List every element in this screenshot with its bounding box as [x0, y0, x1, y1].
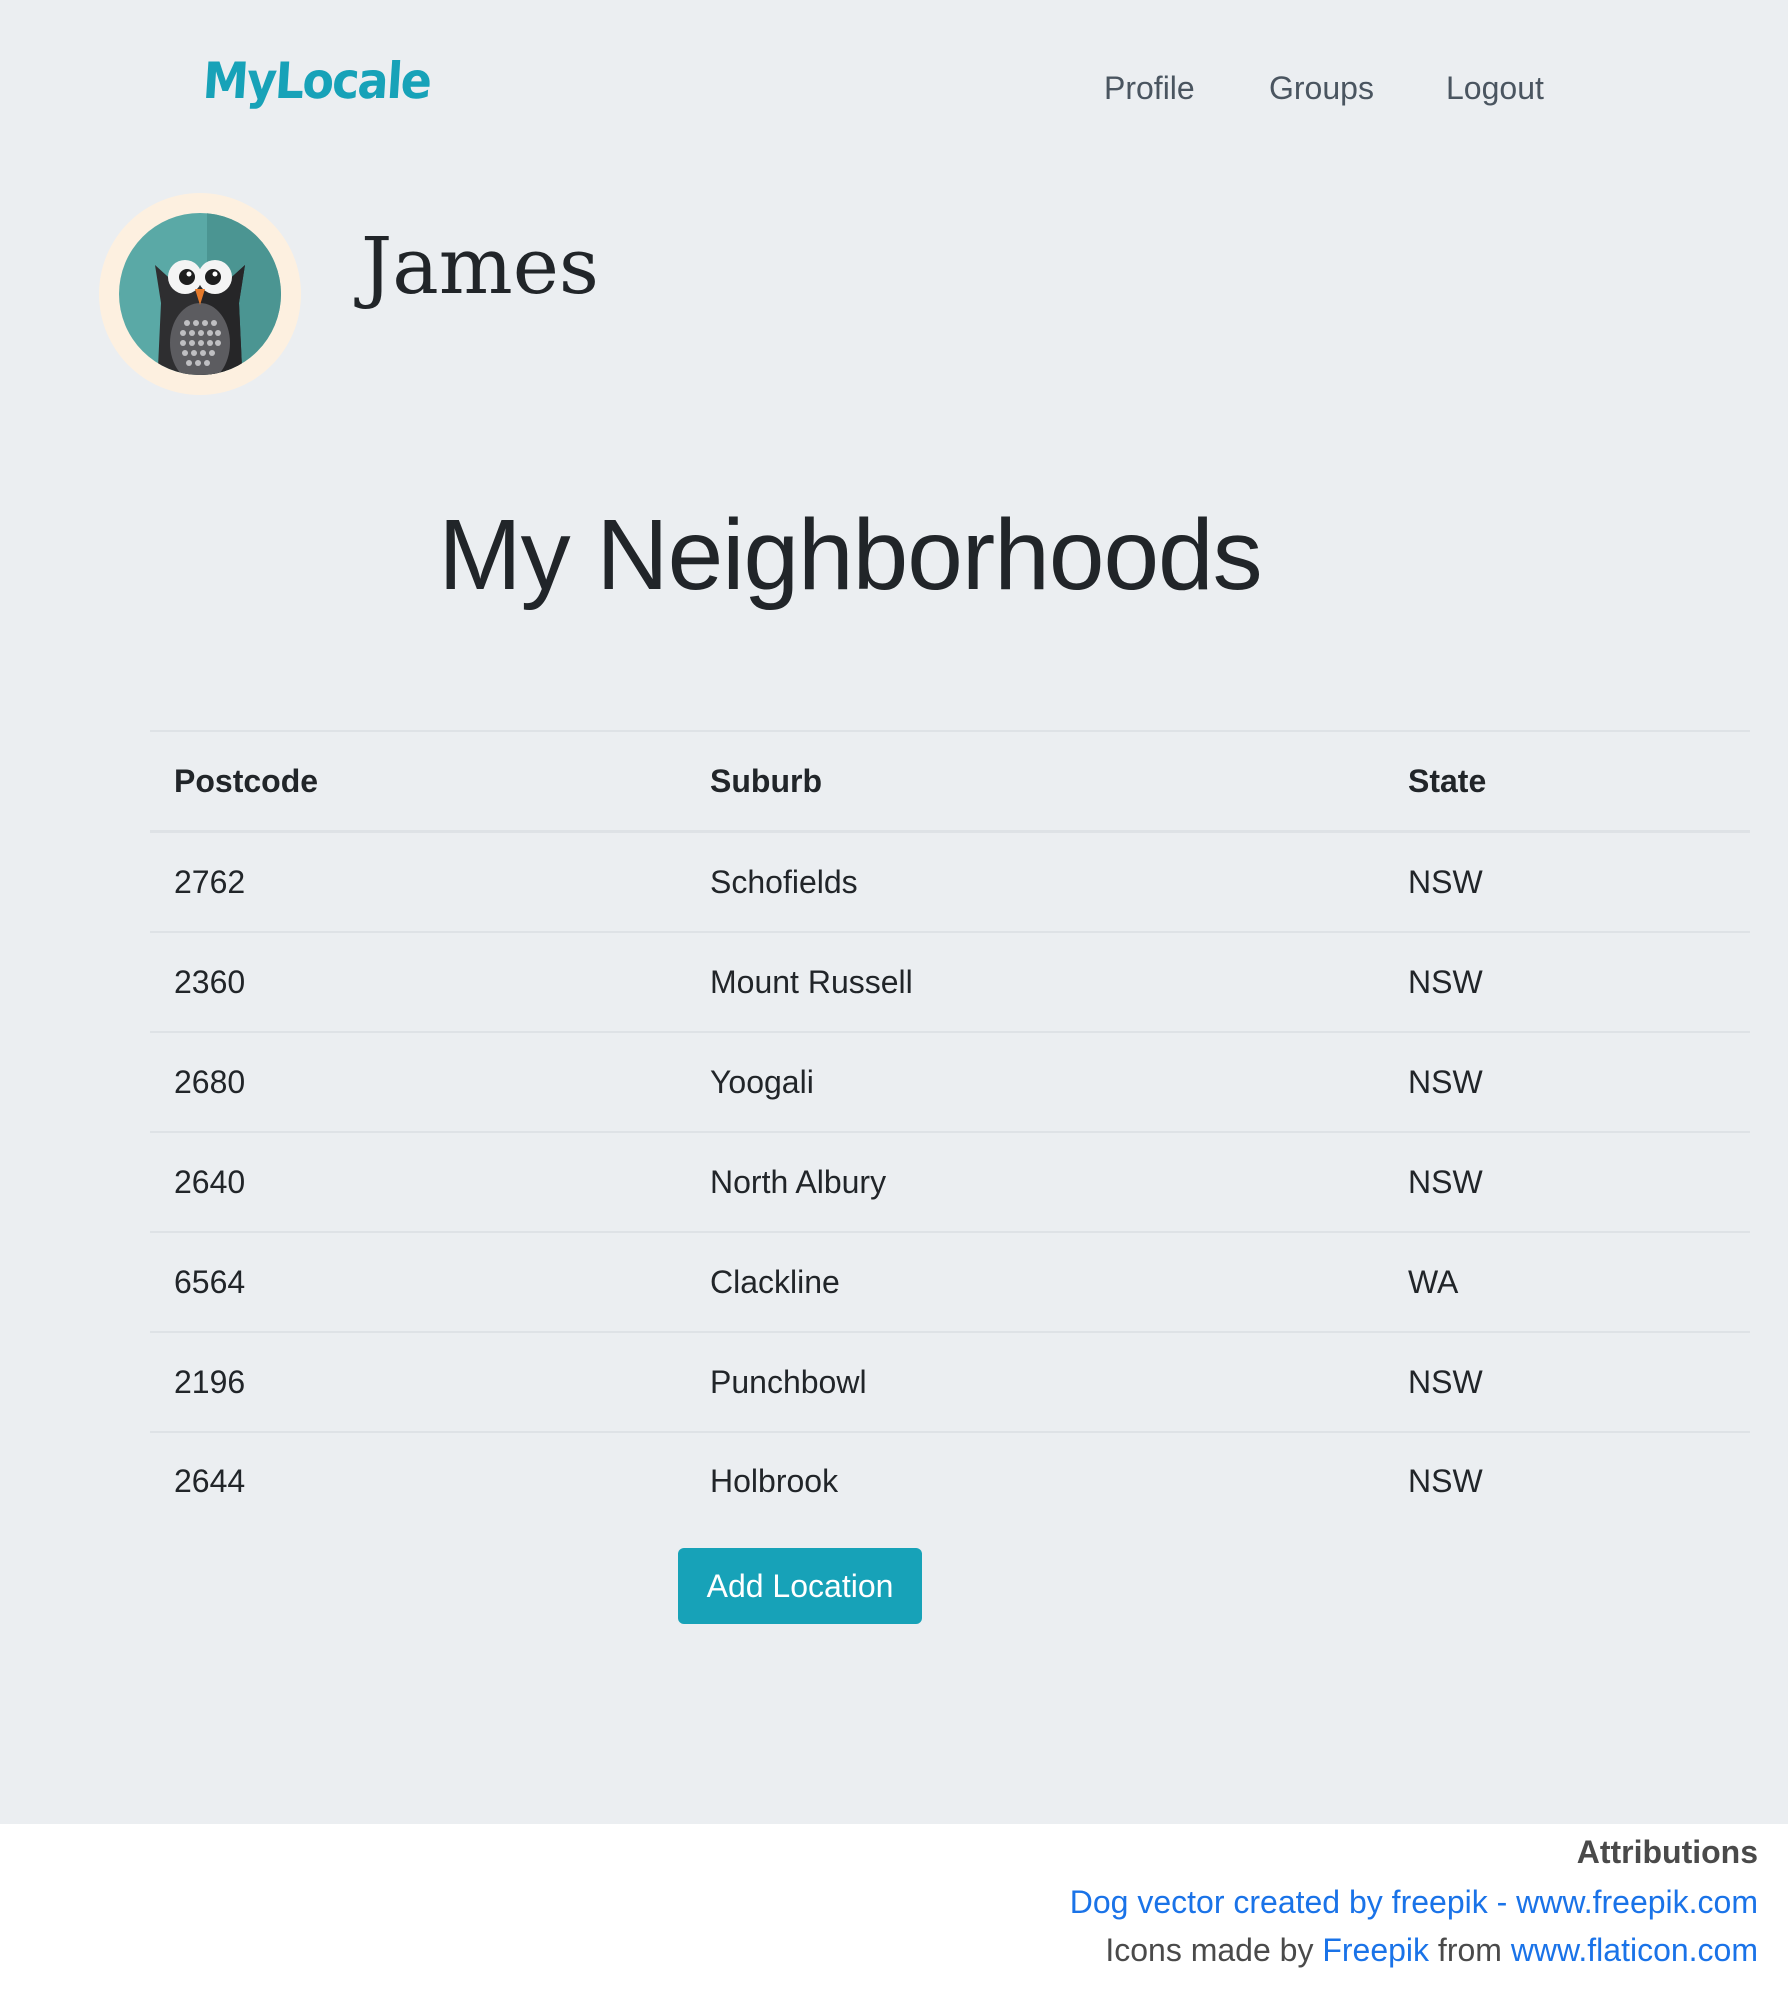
cell-suburb: Schofields: [710, 863, 858, 900]
cell-state: NSW: [1408, 863, 1483, 900]
column-header-suburb: Suburb: [686, 730, 1384, 833]
avatar: [99, 193, 301, 395]
page-title: My Neighborhoods: [438, 499, 1262, 611]
nav-profile-link[interactable]: Profile: [1104, 68, 1195, 108]
table-row: 2680 Yoogali NSW: [150, 1031, 1750, 1132]
table-header-row: Postcode Suburb State: [150, 730, 1750, 833]
cell-postcode: 2360: [150, 931, 686, 1032]
cell-postcode: 2762: [174, 863, 246, 900]
cell-suburb: Mount Russell: [686, 931, 1384, 1032]
table-row: 2640 North Albury NSW: [150, 1131, 1750, 1232]
attribution-line-1: Dog vector created by freepik - www.free…: [1070, 1884, 1758, 1921]
cell-postcode: 2196: [150, 1331, 686, 1432]
cell-state: NSW: [1384, 1031, 1750, 1132]
profile-name: James: [361, 222, 599, 312]
cell-state: NSW: [1384, 1131, 1750, 1232]
freepik-vector-link[interactable]: Dog vector created by freepik - www.free…: [1070, 1884, 1758, 1920]
cell-suburb: Clackline: [686, 1231, 1384, 1332]
cell-state: NSW: [1384, 931, 1750, 1032]
cell-state: NSW: [1384, 1431, 1750, 1529]
main-content: MyLocale Profile Groups Logout James My …: [0, 0, 1788, 1824]
attribution-middle: from: [1437, 1932, 1502, 1968]
cell-postcode: 2644: [150, 1431, 686, 1529]
attribution-prefix: Icons made by: [1105, 1932, 1314, 1968]
cell-suburb: Punchbowl: [686, 1331, 1384, 1432]
cell-suburb: Holbrook: [686, 1431, 1384, 1529]
nav-groups-link[interactable]: Groups: [1269, 68, 1374, 108]
navbar: Profile Groups Logout: [0, 68, 1788, 108]
table-row: 2644 Holbrook NSW: [150, 1431, 1750, 1529]
table-row: 2762 Schofields NSW: [150, 832, 1750, 933]
table-row: 6564 Clackline WA: [150, 1231, 1750, 1332]
add-location-button[interactable]: Add Location: [678, 1548, 922, 1624]
neighborhoods-table: Postcode Suburb State 2762 Schofields NS…: [150, 730, 1750, 1529]
freepik-link[interactable]: Freepik: [1322, 1932, 1429, 1968]
attributions-title: Attributions: [1576, 1834, 1758, 1870]
cell-postcode: 6564: [150, 1231, 686, 1332]
attribution-line-2: Icons made by Freepik from www.flaticon.…: [1105, 1932, 1758, 1969]
footer: Attributions Dog vector created by freep…: [0, 1824, 1788, 1994]
cell-suburb: North Albury: [686, 1131, 1384, 1232]
owl-icon: [119, 213, 281, 375]
column-header-postcode: Postcode: [150, 730, 686, 833]
cell-suburb: Yoogali: [686, 1031, 1384, 1132]
cell-state: NSW: [1384, 1331, 1750, 1432]
cell-state: WA: [1384, 1231, 1750, 1332]
column-header-state: State: [1384, 730, 1750, 833]
flaticon-link[interactable]: www.flaticon.com: [1511, 1932, 1758, 1968]
table-row: 2360 Mount Russell NSW: [150, 931, 1750, 1032]
table-row: 2196 Punchbowl NSW: [150, 1331, 1750, 1432]
cell-postcode: 2640: [150, 1131, 686, 1232]
cell-postcode: 2680: [150, 1031, 686, 1132]
nav-logout-link[interactable]: Logout: [1446, 68, 1544, 108]
